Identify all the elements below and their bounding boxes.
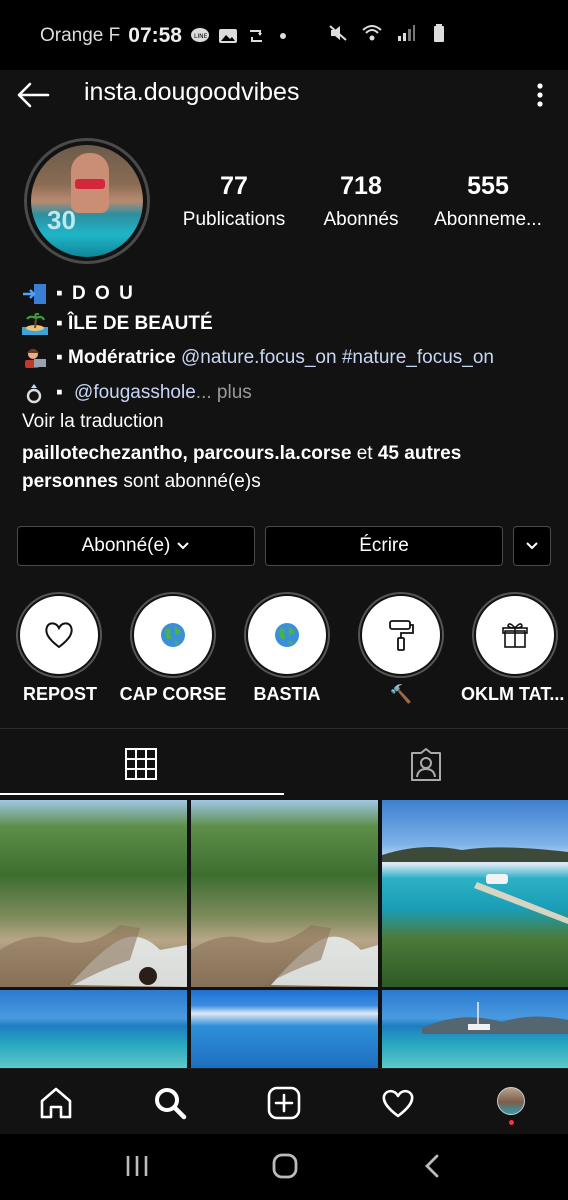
back-arrow-icon[interactable]: [14, 76, 52, 114]
carrier-name: Orange F: [40, 25, 121, 46]
suggestions-dropdown-button[interactable]: [513, 526, 551, 566]
followed-by-suffix: sont abonné(e)s: [123, 471, 261, 492]
highlight-repost-label: REPOST: [22, 684, 97, 704]
following-count: 555: [467, 172, 509, 200]
followers-label: Abonnés: [323, 209, 399, 230]
highlight-renovation[interactable]: [358, 592, 444, 678]
following-label: Abonneme...: [434, 209, 542, 230]
door-arrow-icon: [23, 284, 46, 304]
chevron-down-icon: [177, 542, 190, 550]
chevron-down-icon: [526, 542, 538, 550]
recent-apps-icon[interactable]: [124, 1154, 150, 1178]
bottom-navigation: [0, 1068, 568, 1134]
activity-heart-icon[interactable]: [380, 1085, 416, 1121]
notification-dot: [509, 1120, 514, 1125]
highlight-oklm-tattoo[interactable]: [472, 592, 558, 678]
translate-link[interactable]: Voir la traduction: [22, 411, 164, 433]
gallery-icon: [218, 29, 237, 43]
home-button-icon[interactable]: [271, 1152, 299, 1180]
bio-more-link[interactable]: ... plus: [196, 382, 252, 403]
bio-mention-nature-focus[interactable]: @nature.focus_on: [181, 347, 337, 368]
post-thumbnail[interactable]: [0, 800, 187, 987]
profile-tabs: [0, 728, 568, 798]
paint-roller-icon: [389, 620, 414, 651]
system-navigation-bar: [0, 1134, 568, 1200]
highlight-oklm-tattoo-label: OKLM TAT...: [461, 684, 565, 704]
globe-icon: [275, 623, 299, 647]
battery-icon: [434, 24, 444, 42]
highlight-bastia-label: BASTIA: [253, 684, 321, 704]
bio-line-name: ▪ D O U: [22, 283, 135, 305]
active-tab-indicator: [0, 793, 284, 795]
line-app-icon: LINE: [190, 28, 209, 42]
heart-icon: [45, 622, 73, 649]
repost-status-icon: [249, 30, 262, 42]
gift-icon: [502, 623, 528, 648]
highlight-renovation-label: 🔨: [389, 684, 413, 704]
highlight-cap-corse-label: CAP CORSE: [119, 684, 227, 704]
svg-text:LINE: LINE: [194, 33, 208, 40]
mute-icon: [329, 25, 347, 41]
bio-name: ▪ D O U: [56, 283, 135, 305]
bio-partner-bullet: ▪: [56, 382, 63, 404]
search-icon[interactable]: [152, 1085, 188, 1121]
profile-avatar[interactable]: 30: [24, 138, 150, 264]
message-button[interactable]: Écrire: [265, 526, 503, 566]
more-options-icon[interactable]: [526, 76, 554, 114]
bio-role: ▪ Modératrice: [56, 347, 176, 369]
status-more-dot: [279, 33, 286, 39]
profile-tab-avatar[interactable]: [497, 1087, 525, 1115]
system-back-icon[interactable]: [422, 1154, 442, 1178]
bio-line-partner: ▪ @fougassholе... plus: [22, 382, 252, 404]
ring-icon: [26, 384, 42, 404]
stat-publications[interactable]: 77 Publications: [172, 172, 296, 231]
post-thumbnail[interactable]: [382, 800, 568, 987]
wifi-icon: [362, 25, 382, 41]
stat-followers[interactable]: 718 Abonnés: [312, 172, 410, 231]
post-thumbnail[interactable]: [382, 990, 568, 1068]
bio-location: ▪ ÎLE DE BEAUTÉ: [56, 313, 213, 335]
publications-count: 77: [220, 172, 248, 200]
publications-label: Publications: [182, 209, 286, 230]
home-icon[interactable]: [38, 1085, 74, 1121]
island-icon: [22, 313, 48, 335]
followers-count: 718: [340, 172, 382, 200]
following-button-label: Abonné(e): [81, 535, 171, 556]
grid-tab-icon[interactable]: [124, 747, 158, 781]
technologist-icon: [25, 349, 46, 368]
post-thumbnail[interactable]: [191, 800, 378, 987]
signal-icon: [398, 25, 415, 41]
profile-username: insta.dougoodvibes: [84, 78, 300, 106]
profile-header: insta.dougoodvibes: [0, 70, 568, 120]
posts-grid: [0, 798, 568, 1068]
bio-line-role: ▪ Modératrice @nature.focus_on #nature_f…: [22, 347, 494, 369]
highlight-cap-corse[interactable]: [130, 592, 216, 678]
bio-mention-partner[interactable]: @fougassholе: [74, 382, 196, 403]
followed-by-and: et: [356, 443, 373, 464]
post-thumbnail[interactable]: [191, 990, 378, 1068]
create-post-icon[interactable]: [266, 1085, 302, 1121]
stat-following[interactable]: 555 Abonneme...: [426, 172, 550, 231]
bio-hashtag-nature-focus[interactable]: #nature_focus_on: [342, 347, 494, 368]
post-thumbnail[interactable]: [0, 990, 187, 1068]
globe-icon: [161, 623, 185, 647]
following-button[interactable]: Abonné(e): [17, 526, 255, 566]
highlight-bastia[interactable]: [244, 592, 330, 678]
highlight-repost[interactable]: [16, 592, 102, 678]
status-clock: 07:58: [128, 24, 182, 47]
followed-by-names: paillotechezantho, parcours.la.corse: [22, 443, 352, 464]
followed-by[interactable]: paillotechezantho, parcours.la.corse et …: [22, 440, 542, 496]
status-bar: Orange F 07:58 LINE: [0, 0, 568, 70]
avatar-photo: 30: [31, 145, 143, 257]
tagged-tab-icon[interactable]: [408, 747, 444, 783]
message-button-label: Écrire: [359, 535, 409, 556]
bio-line-location: ▪ ÎLE DE BEAUTÉ: [22, 313, 213, 335]
